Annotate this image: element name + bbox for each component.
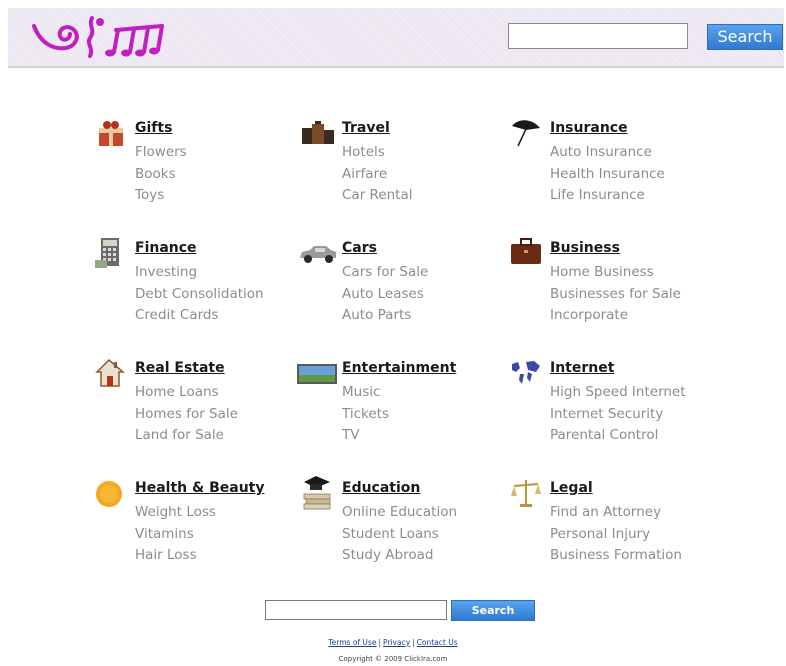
category-links: Flowers Books Toys <box>135 142 187 207</box>
car-icon <box>300 246 336 263</box>
category-link[interactable]: Investing <box>135 262 264 284</box>
category-link[interactable]: Auto Parts <box>342 305 428 327</box>
category-link[interactable]: High Speed Internet <box>550 382 686 404</box>
umbrella-icon <box>512 120 540 147</box>
footer-link-contact[interactable]: Contact Us <box>417 638 458 647</box>
category-link[interactable]: Parental Control <box>550 425 686 447</box>
category-links: Auto Insurance Health Insurance Life Ins… <box>550 142 665 207</box>
category-title[interactable]: Entertainment <box>342 360 456 376</box>
scales-icon <box>511 480 541 507</box>
world-map-icon <box>512 361 540 384</box>
category-link[interactable]: Land for Sale <box>135 425 238 447</box>
category-link[interactable]: Music <box>342 382 389 404</box>
category-title[interactable]: Insurance <box>550 120 628 136</box>
house-icon <box>95 358 126 387</box>
header-search-button[interactable]: Search <box>707 24 783 50</box>
category-link[interactable]: Health Insurance <box>550 164 665 186</box>
category-title[interactable]: Finance <box>135 240 197 256</box>
gift-icon <box>99 121 123 146</box>
category-link[interactable]: Car Rental <box>342 185 413 207</box>
category-link[interactable]: Home Business <box>550 262 681 284</box>
graduation-cap-icon <box>303 476 331 510</box>
category-title[interactable]: Education <box>342 480 420 496</box>
music-notes-logo[interactable] <box>30 12 190 62</box>
category-link[interactable]: Incorporate <box>550 305 681 327</box>
category-link[interactable]: Personal Injury <box>550 524 682 546</box>
bottom-search-input[interactable] <box>265 600 447 620</box>
copyright-text: Copyright © 2009 ClickIra.com <box>338 655 448 663</box>
header-search-input[interactable] <box>508 23 688 49</box>
category-link[interactable]: Hair Loss <box>135 545 216 567</box>
category-link[interactable]: TV <box>342 425 389 447</box>
category-title[interactable]: Internet <box>550 360 614 376</box>
category-link[interactable]: Credit Cards <box>135 305 264 327</box>
category-link[interactable]: Life Insurance <box>550 185 665 207</box>
category-link[interactable]: Internet Security <box>550 404 686 426</box>
footer-separator: | <box>412 638 415 647</box>
footer-link-privacy[interactable]: Privacy <box>383 638 410 647</box>
category-links: Find an Attorney Personal Injury Busines… <box>550 502 682 567</box>
category-link[interactable]: Toys <box>135 185 187 207</box>
category-link[interactable]: Online Education <box>342 502 457 524</box>
category-link[interactable]: Student Loans <box>342 524 457 546</box>
footer-link-terms[interactable]: Terms of Use <box>328 638 376 647</box>
category-links: Online Education Student Loans Study Abr… <box>342 502 457 567</box>
category-links: Cars for Sale Auto Leases Auto Parts <box>342 262 428 327</box>
category-link[interactable]: Study Abroad <box>342 545 457 567</box>
category-links: Weight Loss Vitamins Hair Loss <box>135 502 216 567</box>
category-title[interactable]: Business <box>550 240 620 256</box>
category-title[interactable]: Cars <box>342 240 377 256</box>
category-link[interactable]: Hotels <box>342 142 413 164</box>
category-links: High Speed Internet Internet Security Pa… <box>550 382 686 447</box>
category-title[interactable]: Legal <box>550 480 593 496</box>
tv-screen-icon <box>297 364 337 384</box>
bottom-search-button[interactable]: Search <box>451 600 535 621</box>
category-link[interactable]: Auto Insurance <box>550 142 665 164</box>
category-link[interactable]: Business Formation <box>550 545 682 567</box>
category-link[interactable]: Debt Consolidation <box>135 284 264 306</box>
category-links: Investing Debt Consolidation Credit Card… <box>135 262 264 327</box>
page: Search Gifts Flowers Books Toys Travel H… <box>0 0 786 666</box>
category-title[interactable]: Real Estate <box>135 360 225 376</box>
category-link[interactable]: Airfare <box>342 164 413 186</box>
briefcase-icon <box>511 238 541 264</box>
category-links: Home Loans Homes for Sale Land for Sale <box>135 382 238 447</box>
luggage-icon <box>302 121 334 144</box>
category-link[interactable]: Businesses for Sale <box>550 284 681 306</box>
category-title[interactable]: Health & Beauty <box>135 480 264 496</box>
category-links: Home Business Businesses for Sale Incorp… <box>550 262 681 327</box>
orange-circle-icon <box>96 481 122 507</box>
category-link[interactable]: Flowers <box>135 142 187 164</box>
footer-links: Terms of Use | Privacy | Contact Us <box>0 638 786 647</box>
category-links: Hotels Airfare Car Rental <box>342 142 413 207</box>
category-title[interactable]: Gifts <box>135 120 172 136</box>
category-links: Music Tickets TV <box>342 382 389 447</box>
header-bar: Search <box>8 8 784 68</box>
calculator-icon <box>95 238 119 268</box>
category-link[interactable]: Auto Leases <box>342 284 428 306</box>
category-link[interactable]: Vitamins <box>135 524 216 546</box>
category-link[interactable]: Home Loans <box>135 382 238 404</box>
footer-separator: | <box>378 638 381 647</box>
category-link[interactable]: Find an Attorney <box>550 502 682 524</box>
category-link[interactable]: Homes for Sale <box>135 404 238 426</box>
category-link[interactable]: Weight Loss <box>135 502 216 524</box>
category-link[interactable]: Tickets <box>342 404 389 426</box>
category-title[interactable]: Travel <box>342 120 390 136</box>
category-link[interactable]: Cars for Sale <box>342 262 428 284</box>
category-link[interactable]: Books <box>135 164 187 186</box>
